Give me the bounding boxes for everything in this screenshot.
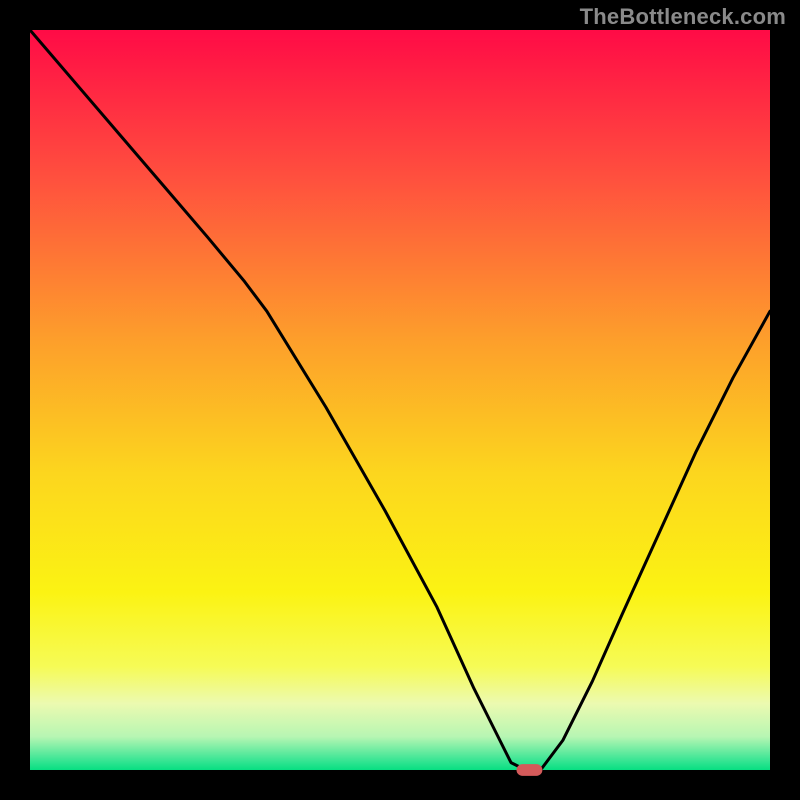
gradient-background [30, 30, 770, 770]
optimal-marker [517, 764, 543, 776]
watermark-text: TheBottleneck.com [580, 4, 786, 30]
chart-container: TheBottleneck.com [0, 0, 800, 800]
bottleneck-chart [0, 0, 800, 800]
